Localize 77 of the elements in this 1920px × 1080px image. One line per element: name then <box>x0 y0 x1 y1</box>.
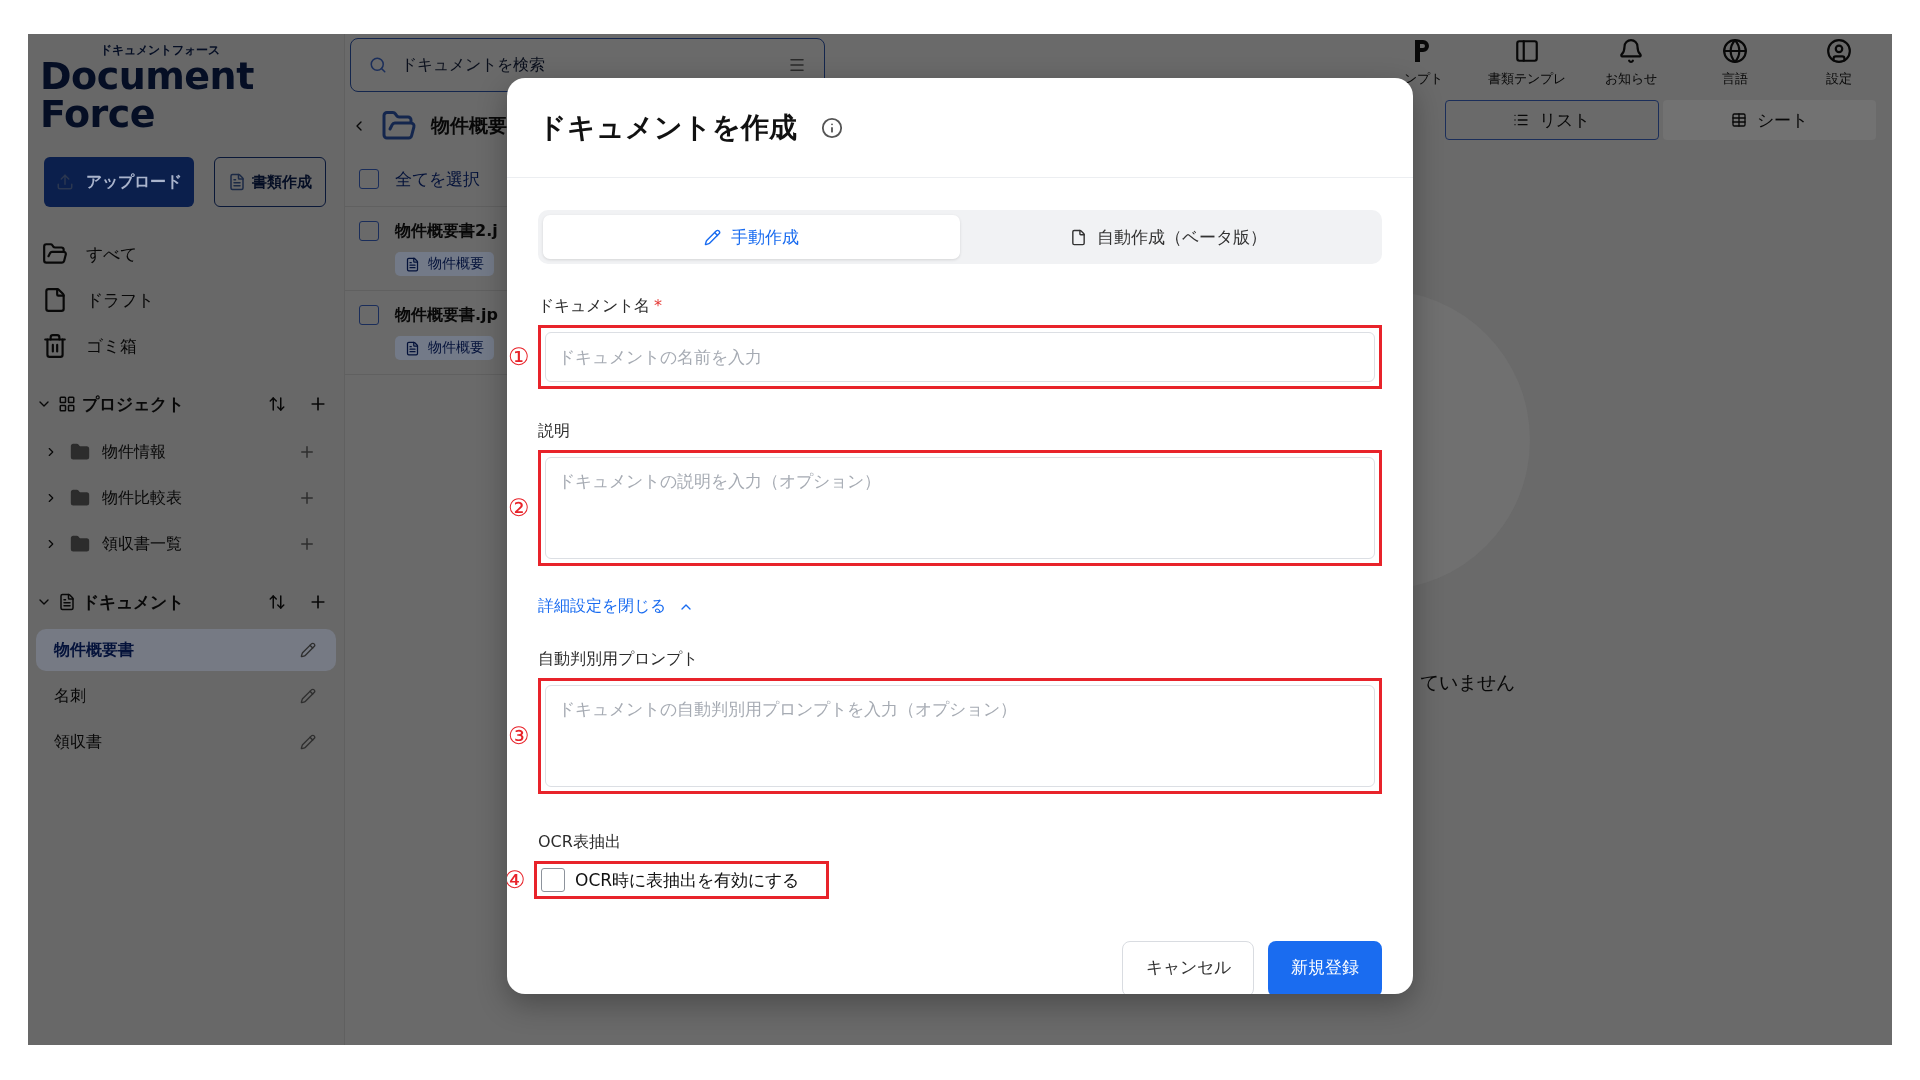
pencil-icon <box>704 228 721 246</box>
file-icon <box>42 287 68 313</box>
folder-icon <box>70 534 90 554</box>
table-icon <box>1730 112 1747 128</box>
globe-icon <box>1722 38 1748 64</box>
document-icon <box>405 340 420 356</box>
file-name[interactable]: 物件概要書2.j <box>395 221 498 242</box>
edit-icon <box>300 734 316 750</box>
folder-icon <box>70 488 90 508</box>
mode-tab[interactable]: 手動作成 <box>543 215 960 259</box>
field-label: ドキュメント名 * <box>538 296 662 317</box>
checkbox[interactable] <box>541 868 565 892</box>
document-type-tag: 物件概要 <box>395 336 494 360</box>
header-action[interactable]: お知らせ <box>1596 38 1666 88</box>
nav-item[interactable]: ゴミ箱 <box>36 323 336 369</box>
field-label: 自動判別用プロンプト <box>538 649 698 670</box>
annotation-number: ③ <box>508 722 530 750</box>
empty-message: ていません <box>1420 670 1515 695</box>
checkbox[interactable] <box>359 169 379 189</box>
section-title: ドキュメント <box>82 590 184 614</box>
submit-button[interactable]: 新規登録 <box>1268 941 1382 994</box>
add-icon <box>298 443 316 461</box>
document-icon <box>228 173 246 191</box>
user-icon <box>1826 38 1852 64</box>
text-area[interactable]: ドキュメントの自動判別用プロンプトを入力（オプション） <box>545 685 1375 787</box>
menu-icon <box>788 56 806 74</box>
document-icon <box>405 256 420 272</box>
upload-icon <box>56 173 74 191</box>
add-icon <box>298 489 316 507</box>
folder-icon <box>42 241 68 267</box>
document-type-item[interactable]: 物件概要書 <box>36 629 336 671</box>
field-label: OCR表抽出 <box>538 832 621 853</box>
view-tab[interactable]: シート <box>1662 100 1876 140</box>
trash-icon <box>42 333 68 359</box>
document-type-item[interactable]: 名刺 <box>36 675 336 717</box>
edit-icon <box>300 688 316 704</box>
text-field[interactable]: ドキュメントの名前を入力 <box>545 332 1375 382</box>
folder-icon <box>70 442 90 462</box>
header-action[interactable]: 設定 <box>1804 38 1874 88</box>
nav-item[interactable]: すべて <box>36 231 336 277</box>
upload-button[interactable]: アップロード <box>44 157 194 207</box>
section-title: プロジェクト <box>82 392 184 416</box>
checkbox[interactable] <box>359 221 379 241</box>
checkbox[interactable] <box>359 305 379 325</box>
cancel-button[interactable]: キャンセル <box>1122 941 1254 994</box>
advanced-toggle-link[interactable]: 詳細設定を閉じる <box>538 596 694 617</box>
select-all-label[interactable]: 全てを選択 <box>395 167 480 191</box>
sort-icon <box>268 395 286 413</box>
document-icon <box>58 593 76 611</box>
list-icon <box>1513 112 1530 128</box>
grid-icon <box>58 395 76 413</box>
search-icon <box>369 56 387 74</box>
create-document-button[interactable]: 書類作成 <box>214 157 326 207</box>
field-label: 説明 <box>538 421 570 442</box>
document-type-item[interactable]: 領収書 <box>36 721 336 763</box>
edit-icon <box>300 642 316 658</box>
dialog-title: ドキュメントを作成 <box>538 109 797 146</box>
bell-icon <box>1618 38 1644 64</box>
project-label[interactable]: 物件情報 <box>102 441 166 463</box>
breadcrumb: 物件概要 <box>431 113 507 138</box>
header-action[interactable]: 言語 <box>1700 38 1770 88</box>
info-icon <box>821 116 843 139</box>
file-name[interactable]: 物件概要書.jp <box>395 305 498 326</box>
add-icon <box>298 535 316 553</box>
annotation-number: ② <box>508 494 530 522</box>
checkbox-label[interactable]: OCR時に表抽出を有効にする <box>575 868 800 892</box>
project-label[interactable]: 物件比較表 <box>102 487 182 509</box>
mode-tab[interactable]: 自動作成（ベータ版） <box>960 215 1377 259</box>
file-icon <box>1070 228 1087 246</box>
annotation-number: ① <box>508 343 530 371</box>
view-tab[interactable]: リスト <box>1445 100 1659 140</box>
document-type-tag: 物件概要 <box>395 252 494 276</box>
project-label[interactable]: 領収書一覧 <box>102 533 182 555</box>
logo: ドキュメントフォース Document Force <box>39 44 255 133</box>
sort-icon <box>268 593 286 611</box>
text-area[interactable]: ドキュメントの説明を入力（オプション） <box>545 457 1375 559</box>
nav-item[interactable]: ドラフト <box>36 277 336 323</box>
